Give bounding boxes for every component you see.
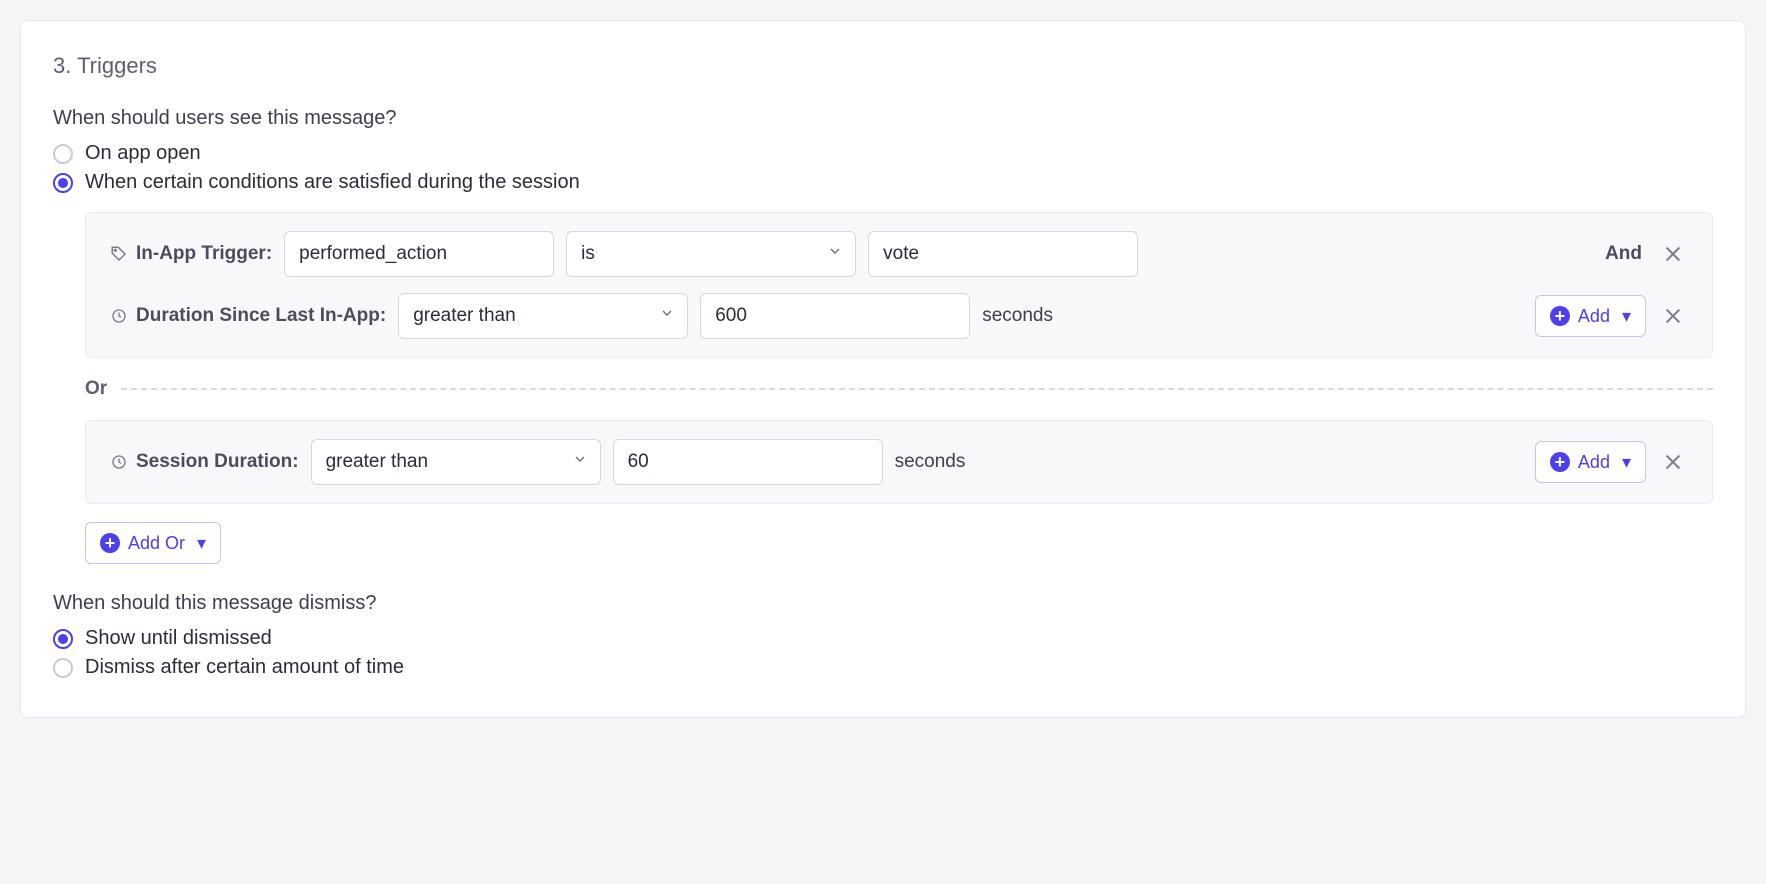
session-unit: seconds <box>895 451 966 473</box>
session-op-select[interactable]: greater than <box>311 439 601 485</box>
when-see-question: When should users see this message? <box>53 107 1713 130</box>
duration-op-select[interactable]: greater than <box>398 293 688 339</box>
clock-icon <box>110 307 128 325</box>
radio-dismiss-after[interactable] <box>53 658 73 678</box>
caret-down-icon: ▾ <box>197 533 206 554</box>
add-button-label: Add <box>1578 452 1610 473</box>
session-duration-row: Session Duration: greater than seconds +… <box>110 439 1688 485</box>
radio-dismiss-after-label: Dismiss after certain amount of time <box>85 656 404 679</box>
or-divider: Or <box>85 378 1713 400</box>
triggers-card: 3. Triggers When should users see this m… <box>20 20 1746 718</box>
session-value-input[interactable] <box>613 439 883 485</box>
radio-dismiss-after-row[interactable]: Dismiss after certain amount of time <box>53 656 1713 679</box>
chevron-down-icon <box>659 305 675 327</box>
session-op-value: greater than <box>326 451 428 473</box>
session-duration-label-text: Session Duration: <box>136 451 299 473</box>
conditions-area: In-App Trigger: is And <box>85 212 1713 504</box>
duration-since-label: Duration Since Last In-App: <box>110 305 386 327</box>
radio-until-dismissed[interactable] <box>53 629 73 649</box>
duration-value-input[interactable] <box>700 293 970 339</box>
add-or-button[interactable]: + Add Or ▾ <box>85 522 221 564</box>
trigger-op-select[interactable]: is <box>566 231 856 277</box>
session-duration-label: Session Duration: <box>110 451 299 473</box>
radio-until-dismissed-row[interactable]: Show until dismissed <box>53 627 1713 650</box>
inapp-trigger-label-text: In-App Trigger: <box>136 243 272 265</box>
divider-line <box>121 388 1713 390</box>
duration-unit: seconds <box>982 305 1053 327</box>
caret-down-icon: ▾ <box>1622 306 1631 327</box>
and-joiner: And <box>1605 243 1642 265</box>
duration-op-value: greater than <box>413 305 515 327</box>
trigger-key-input[interactable] <box>284 231 554 277</box>
plus-circle-icon: + <box>1550 306 1570 326</box>
radio-on-app-open-row[interactable]: On app open <box>53 142 1713 165</box>
plus-circle-icon: + <box>1550 452 1570 472</box>
condition-group-2: Session Duration: greater than seconds +… <box>85 420 1713 504</box>
add-condition-button[interactable]: + Add ▾ <box>1535 295 1646 337</box>
radio-conditions[interactable] <box>53 173 73 193</box>
trigger-value-input[interactable] <box>868 231 1138 277</box>
add-or-wrap: + Add Or ▾ <box>85 522 1713 564</box>
add-condition-button[interactable]: + Add ▾ <box>1535 441 1646 483</box>
chevron-down-icon <box>572 451 588 473</box>
chevron-down-icon <box>827 243 843 265</box>
inapp-trigger-row: In-App Trigger: is And <box>110 231 1688 277</box>
clock-icon <box>110 453 128 471</box>
inapp-trigger-label: In-App Trigger: <box>110 243 272 265</box>
remove-row-button[interactable] <box>1658 447 1688 477</box>
or-label: Or <box>85 378 107 400</box>
condition-group-1: In-App Trigger: is And <box>85 212 1713 358</box>
radio-conditions-row[interactable]: When certain conditions are satisfied du… <box>53 171 1713 194</box>
remove-row-button[interactable] <box>1658 301 1688 331</box>
add-or-label: Add Or <box>128 533 185 554</box>
plus-circle-icon: + <box>100 533 120 553</box>
trigger-op-value: is <box>581 243 595 265</box>
section-title: 3. Triggers <box>53 53 1713 79</box>
radio-until-dismissed-label: Show until dismissed <box>85 627 272 650</box>
duration-since-row: Duration Since Last In-App: greater than… <box>110 293 1688 339</box>
when-dismiss-question: When should this message dismiss? <box>53 592 1713 615</box>
radio-conditions-label: When certain conditions are satisfied du… <box>85 171 580 194</box>
radio-on-app-open-label: On app open <box>85 142 201 165</box>
radio-on-app-open[interactable] <box>53 144 73 164</box>
tag-icon <box>110 245 128 263</box>
add-button-label: Add <box>1578 306 1610 327</box>
remove-row-button[interactable] <box>1658 239 1688 269</box>
duration-since-label-text: Duration Since Last In-App: <box>136 305 386 327</box>
dismiss-section: When should this message dismiss? Show u… <box>53 592 1713 679</box>
caret-down-icon: ▾ <box>1622 452 1631 473</box>
